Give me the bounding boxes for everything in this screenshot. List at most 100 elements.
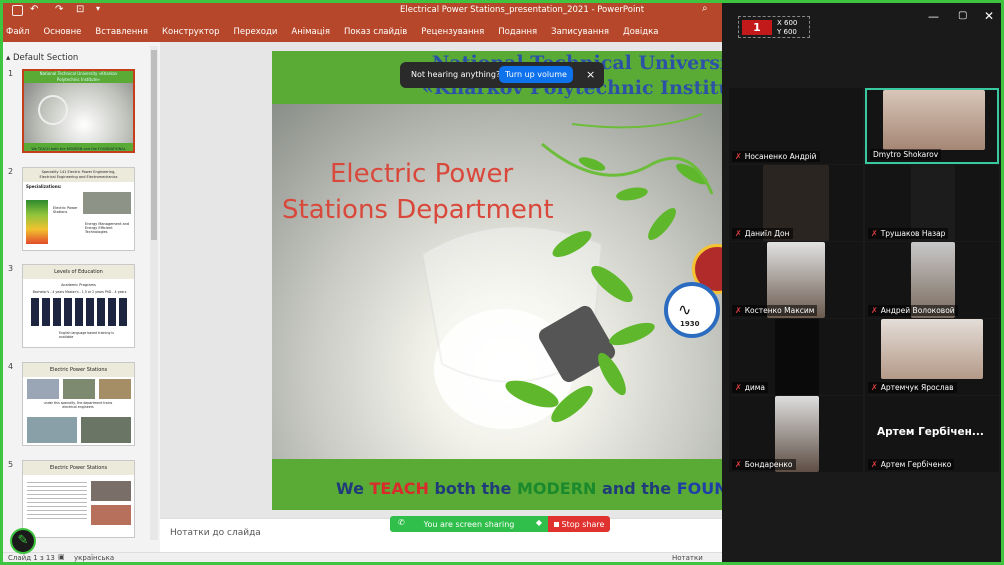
tab-slideshow[interactable]: Показ слайдів <box>344 27 407 37</box>
participant-tile[interactable]: ✗ Костенко Максим <box>729 242 863 318</box>
close-window-icon[interactable]: ✕ <box>984 9 994 23</box>
thumb-photo <box>91 481 131 501</box>
zoom-logo-icon: 1 <box>742 20 772 35</box>
thumbnail-slide-3[interactable]: Levels of Education Academic Programs Ba… <box>22 264 135 348</box>
thumbnail-slide-1[interactable]: National Technical University «Kharkov P… <box>22 69 135 153</box>
thumb-photo <box>81 417 131 443</box>
annotate-pen-icon[interactable]: ✎ <box>10 528 36 554</box>
slide-footer-band: We TEACH both the MODERN and the FOUNDAT… <box>272 459 722 510</box>
tab-help[interactable]: Довідка <box>623 27 658 37</box>
close-icon[interactable]: × <box>586 68 595 81</box>
thumbnail-scrollbar[interactable] <box>150 46 158 540</box>
sharing-label: You are screen sharing <box>423 519 515 529</box>
participant-name: ✗ Костенко Максим <box>732 305 818 316</box>
resolution-badge: 1 X 600 Y 600 <box>738 16 810 38</box>
mic-muted-icon: ✗ <box>871 460 878 469</box>
stop-share-button[interactable]: Stop share <box>548 516 610 532</box>
qat-dropdown-icon[interactable]: ▾ <box>96 4 100 13</box>
section-label: Default Section <box>12 53 79 63</box>
screen-sharing-indicator: ✆ You are screen sharing ◆ <box>390 516 548 532</box>
slide-background-image: Electric Power Stations Department ∿ 193… <box>272 104 722 459</box>
minimize-icon[interactable]: — <box>928 10 939 23</box>
tab-design[interactable]: Конструктор <box>162 27 220 37</box>
zoom-gallery-panel: 1 X 600 Y 600 — ▢ ✕ ✗ Носаненко Андрій Dm… <box>722 0 1004 565</box>
resolution-y: Y 600 <box>777 28 797 36</box>
participant-tile[interactable]: Артем Гербічен... ✗ Артем Гербіченко <box>865 396 999 472</box>
participant-tile[interactable]: ✗ Бондаренко <box>729 396 863 472</box>
thumb-energy-chart-icon <box>26 200 48 244</box>
participant-video <box>881 319 983 379</box>
spellcheck-icon[interactable]: ▣ <box>58 553 65 561</box>
notes-button[interactable]: Нотатки <box>672 554 703 562</box>
mic-muted-icon: ✗ <box>871 383 878 392</box>
tab-record[interactable]: Записування <box>551 27 609 37</box>
thumb-photo <box>83 192 131 214</box>
save-icon[interactable] <box>12 5 23 16</box>
mic-muted-icon: ✗ <box>735 306 742 315</box>
participant-name: ✗ Артем Гербіченко <box>868 459 955 470</box>
tab-file[interactable]: Файл <box>6 27 29 37</box>
thumbnail-slide-4[interactable]: Electric Power Stations under this speci… <box>22 362 135 446</box>
participant-name: ✗ Бондаренко <box>732 459 796 470</box>
tab-home[interactable]: Основне <box>43 27 81 37</box>
participant-name: ✗ Носаненко Андрій <box>732 151 820 162</box>
presenter-icon[interactable]: ⊡ <box>76 4 84 15</box>
tab-view[interactable]: Подання <box>498 27 537 37</box>
maximize-icon[interactable]: ▢ <box>958 10 967 21</box>
title-bar: ↶ ↷ ⊡ ▾ Electrical Power Stations_presen… <box>0 0 722 22</box>
slide-counter: Слайд 1 з 13 <box>8 554 55 562</box>
mic-muted-icon: ✗ <box>735 229 742 238</box>
thumb-text: under this specialty, the department tra… <box>43 401 113 409</box>
thumb-bulb-icon <box>38 95 68 125</box>
share-phone-icon: ✆ <box>398 518 405 527</box>
participant-video <box>775 319 819 395</box>
participant-tile[interactable]: ✗ Даниїл Дон <box>729 165 863 241</box>
section-chevron-icon[interactable]: ▴ <box>6 53 10 63</box>
thumb-number: 4 <box>8 362 14 371</box>
logo-year: 1930 <box>680 320 700 328</box>
participant-tile[interactable]: ✗ Андрей Волоковой <box>865 242 999 318</box>
mic-muted-icon: ✗ <box>735 152 742 161</box>
stop-square-icon <box>553 521 559 527</box>
participant-name: ✗ дима <box>732 382 769 393</box>
department-logo-icon: ∿ 1930 <box>664 282 720 338</box>
participant-tile-active[interactable]: Dmytro Shokarov <box>865 88 999 164</box>
thumb-text: English language based training is avail… <box>59 331 114 339</box>
participant-name: ✗ Артемчук Ярослав <box>868 382 957 393</box>
slide-tagline: We TEACH both the MODERN and the FOUNDAT… <box>336 479 722 498</box>
thumbnail-slide-2[interactable]: Speciality 141 Electric Power Engineerin… <box>22 167 135 251</box>
bulb-leaves-image <box>420 113 714 429</box>
participant-tile[interactable]: ✗ Носаненко Андрій <box>729 88 863 164</box>
slide-canvas[interactable]: National Technical University «Kharkov P… <box>272 51 722 510</box>
thumb-text: Electric Power Stations <box>53 206 78 214</box>
redo-icon[interactable]: ↷ <box>55 4 63 15</box>
scrollbar-thumb[interactable] <box>151 50 157 240</box>
thumb-text: Energy Management and Energy Efficient T… <box>85 222 130 234</box>
thumb-photo <box>99 379 131 399</box>
thumb-number: 3 <box>8 264 14 273</box>
tab-review[interactable]: Рецензування <box>421 27 484 37</box>
tab-animations[interactable]: Анімація <box>291 27 330 37</box>
participant-video <box>883 90 985 150</box>
mic-muted-icon: ✗ <box>871 306 878 315</box>
participant-name: ✗ Трушаков Назар <box>868 228 949 239</box>
thumb-photo <box>91 505 131 525</box>
thumb-graduates-image <box>31 298 127 326</box>
undo-icon[interactable]: ↶ <box>30 4 38 15</box>
language-label[interactable]: українська <box>74 554 114 562</box>
notes-placeholder: Нотатки до слайда <box>170 528 261 538</box>
thumb-number: 2 <box>8 167 14 176</box>
thumb-title: Speciality 141 Electric Power Engineerin… <box>23 168 134 182</box>
thumb-number: 5 <box>8 460 14 469</box>
mic-muted-icon: ✗ <box>871 229 878 238</box>
participant-tile[interactable]: ✗ дима <box>729 319 863 395</box>
thumbnail-slide-5[interactable]: Electric Power Stations <box>22 460 135 538</box>
tab-transitions[interactable]: Переходи <box>234 27 278 37</box>
turn-up-volume-button[interactable]: Turn up volume <box>499 66 573 83</box>
search-icon[interactable]: ⌕ <box>702 3 708 14</box>
tab-insert[interactable]: Вставлення <box>95 27 148 37</box>
thumb-title: Electric Power Stations <box>23 461 134 475</box>
participant-tile[interactable]: ✗ Артемчук Ярослав <box>865 319 999 395</box>
audio-hint-text: Not hearing anything? <box>411 70 501 79</box>
participant-tile[interactable]: ✗ Трушаков Назар <box>865 165 999 241</box>
